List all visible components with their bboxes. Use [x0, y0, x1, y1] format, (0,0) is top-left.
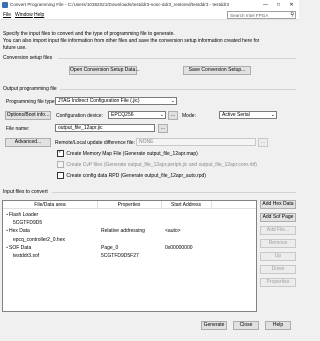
intro-line-3: future use.: [3, 45, 27, 51]
create-cvp-checkbox-row: Create CvP files (Generate output_file_1…: [57, 161, 257, 168]
options-boot-info-button[interactable]: Options/Boot info...: [5, 111, 51, 120]
window-title: Convert Programming File - C:/Users/1038…: [10, 2, 230, 7]
tree-cell-file: 5CGTFD9D5: [13, 220, 43, 227]
chevron-down-icon: ⌄: [159, 112, 164, 118]
side-button-properties: Properties: [260, 278, 296, 287]
intro-line-2: You can also import input file informati…: [3, 38, 260, 44]
tree-cell-file: Flash Loader: [9, 212, 39, 218]
column-properties[interactable]: Properties: [97, 201, 162, 209]
menu-bar: File Window Help Search Intel FPGA ⚲: [0, 10, 299, 20]
side-button-add-hex-data[interactable]: Add Hex Data: [260, 200, 296, 209]
side-button-remove: Remove: [260, 239, 296, 248]
create-rpd-checkbox-row[interactable]: Create config data RPD (Generate output_…: [57, 172, 206, 179]
input-files-label: Input files to convert: [3, 189, 48, 195]
remote-local-field: NONE: [136, 138, 256, 146]
tree-row[interactable]: ⌄ Flash Loader: [3, 211, 256, 219]
intro-line-1: Specify the input files to convert and t…: [3, 31, 175, 37]
mode-label: Mode:: [182, 113, 196, 119]
close-icon[interactable]: ✕: [285, 0, 298, 10]
create-cvp-label: Create CvP files (Generate output_file_1…: [66, 161, 257, 168]
search-box[interactable]: Search Intel FPGA ⚲: [227, 11, 296, 19]
divider: [60, 89, 296, 90]
side-button-up: Up: [260, 252, 296, 261]
search-input[interactable]: Search Intel FPGA: [230, 13, 268, 18]
divider: [58, 58, 296, 59]
mode-value: Active Serial: [222, 112, 250, 118]
maximize-icon[interactable]: □: [272, 0, 285, 10]
file-name-label: File name:: [6, 126, 30, 132]
tree-cell-file: testddr3.sof: [13, 253, 40, 259]
open-conversion-setup-button[interactable]: Open Conversion Setup Data...: [69, 66, 140, 75]
create-map-label: Create Memory Map File (Generate output_…: [66, 150, 198, 157]
file-name-field[interactable]: output_file_12apr.jic: [55, 124, 155, 132]
save-conversion-setup-button[interactable]: Save Conversion Setup...: [183, 66, 251, 75]
config-device-value: EPCQ256: [111, 112, 134, 118]
config-device-select[interactable]: EPCQ256 ⌄: [108, 111, 166, 119]
create-rpd-checkbox[interactable]: [57, 172, 64, 179]
tree-cell-file: Hex Data: [9, 228, 30, 235]
tree-cell-start-address: 0x00000000: [165, 244, 193, 251]
mode-select[interactable]: Active Serial ⌄: [219, 111, 277, 119]
config-device-label: Configuration device:: [56, 113, 103, 119]
tree-cell-properties: 5CGTFD9D5F27: [101, 253, 139, 259]
browse-file-button[interactable]: ...: [158, 124, 168, 133]
chevron-down-icon: ⌄: [270, 112, 275, 118]
tree-row[interactable]: ⌄ Hex Data Relative addressing <auto>: [3, 227, 256, 235]
tree-cell-file: SOF Data: [9, 244, 32, 251]
side-button-add-file: Add File...: [260, 226, 296, 235]
tree-row[interactable]: ⌄ SOF Data Page_0 0x00000000: [3, 244, 256, 252]
remote-local-label: Remote/Local update difference file:: [55, 140, 135, 146]
tree-row[interactable]: testddr3.sof 5CGTFD9D5F27: [3, 252, 256, 260]
tree-cell-properties: Page_0: [101, 244, 119, 251]
minimize-icon[interactable]: —: [259, 0, 272, 10]
side-button-down: Down: [260, 265, 296, 274]
title-bar: Convert Programming File - C:/Users/1038…: [0, 0, 299, 10]
create-map-checkbox[interactable]: [57, 149, 64, 157]
search-icon[interactable]: ⚲: [290, 12, 294, 18]
menu-window[interactable]: Help: [34, 12, 44, 18]
column-start-address[interactable]: Start Address: [161, 201, 212, 209]
column-file[interactable]: File/Data area: [3, 201, 98, 209]
tree-row[interactable]: 5CGTFD9D5: [3, 219, 256, 227]
config-device-more-button[interactable]: ...: [168, 111, 178, 120]
tree-cell-start-address: <auto>: [165, 228, 181, 235]
output-label: Output programming file: [3, 86, 57, 92]
create-rpd-label: Create config data RPD (Generate output_…: [66, 172, 206, 179]
tree-header: File/Data area Properties Start Address: [3, 201, 256, 209]
file-type-value: JTAG Indirect Configuration File (.jic): [58, 98, 140, 104]
menu-tools[interactable]: Window: [15, 12, 33, 18]
advanced-button[interactable]: Advanced...: [5, 138, 51, 147]
menu-file[interactable]: File: [3, 12, 11, 18]
divider: [52, 192, 296, 193]
conversion-setup-label: Conversion setup files: [3, 55, 53, 61]
app-icon: [2, 2, 8, 8]
create-map-checkbox-row[interactable]: Create Memory Map File (Generate output_…: [57, 149, 198, 157]
help-button[interactable]: Help: [265, 321, 291, 330]
chevron-down-icon: ⌄: [170, 98, 175, 104]
remote-local-browse-button: ...: [258, 138, 268, 147]
generate-button[interactable]: Generate: [201, 321, 227, 330]
tree-cell-properties: Relative addressing: [101, 228, 145, 235]
file-type-label: Programming file type:: [6, 99, 57, 105]
side-button-add-sof-page[interactable]: Add Sof Page: [260, 213, 296, 222]
file-type-select[interactable]: JTAG Indirect Configuration File (.jic) …: [55, 97, 177, 105]
input-files-tree[interactable]: File/Data area Properties Start Address …: [2, 200, 257, 312]
create-cvp-checkbox: [57, 161, 64, 168]
tree-cell-file: epcq_controller2_0.hex: [13, 236, 65, 243]
tree-row[interactable]: epcq_controller2_0.hex: [3, 236, 256, 244]
close-button[interactable]: Close: [233, 321, 259, 330]
